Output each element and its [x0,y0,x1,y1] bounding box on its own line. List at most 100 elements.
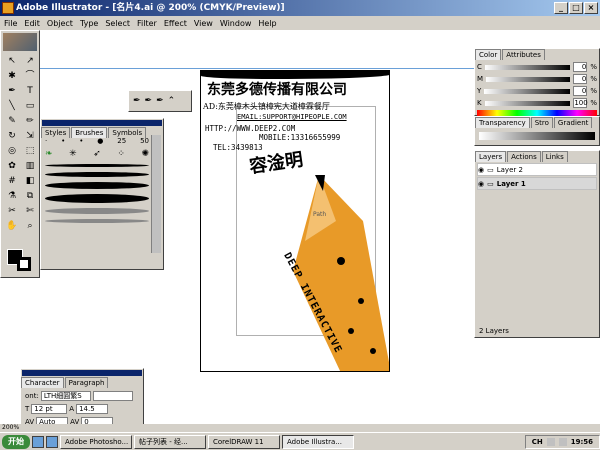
type-tool-icon[interactable]: T [23,85,37,97]
menu-filter[interactable]: Filter [137,19,157,28]
task-browser[interactable]: 帖子列表 - 经... [134,434,206,449]
selection-tool-icon[interactable]: ↖ [5,55,19,67]
menu-window[interactable]: Window [220,19,252,28]
business-card-artboard[interactable]: 东莞多德传播有限公司 AD:东莞樟木头镇樟宪大道樟霖餐厅 EMAIL:SUPPO… [200,70,390,372]
zoom-level[interactable]: 200% [2,424,19,431]
scatter-brush-icon[interactable]: ⁘ [117,149,125,159]
brush-stroke-sample[interactable] [45,194,149,203]
scissors-tool-icon[interactable]: ✄ [23,205,37,217]
gradient-tool-icon[interactable]: ◧ [23,175,37,187]
menu-view[interactable]: View [194,19,213,28]
tab-color[interactable]: Color [475,49,502,60]
tab-paragraph[interactable]: Paragraph [64,377,109,388]
magenta-slider[interactable] [486,76,571,82]
yellow-slider[interactable] [484,88,571,94]
pen-tool-icon[interactable]: ✒ [133,96,141,106]
start-button[interactable]: 开始 [2,434,30,449]
slice-tool-icon[interactable]: ✂ [5,205,19,217]
brush-dot[interactable]: • [61,137,65,145]
splat-brush-icon[interactable]: ✺ [141,149,149,159]
delete-anchor-icon[interactable]: ✒ [156,96,164,106]
black-value[interactable]: 100 [573,98,588,108]
gradient-slider[interactable] [479,132,595,140]
layer-name[interactable]: Layer 2 [497,166,523,174]
clock[interactable]: 19:56 [571,438,593,446]
brush-stroke-sample[interactable] [45,164,149,167]
task-illustrator[interactable]: Adobe Illustra... [282,434,354,449]
tab-layers[interactable]: Layers [475,151,507,162]
maximize-button[interactable]: □ [569,2,583,14]
brush-stroke-sample[interactable] [45,219,149,223]
task-photoshop[interactable]: Adobe Photosho... [60,434,132,449]
symbol-sprayer-tool-icon[interactable]: ✿ [5,160,19,172]
menu-type[interactable]: Type [80,19,98,28]
brush-stroke-sample[interactable] [45,172,149,177]
menu-object[interactable]: Object [47,19,73,28]
hand-tool-icon[interactable]: ✋ [5,220,19,232]
task-coreldraw[interactable]: CorelDRAW 11 [208,434,280,449]
line-tool-icon[interactable]: ╲ [5,100,19,112]
cyan-slider[interactable] [484,64,571,70]
paintbrush-tool-icon[interactable]: ✎ [5,115,19,127]
tab-stroke[interactable]: Stro [530,117,553,128]
font-size-field[interactable]: 12 pt [31,404,68,414]
eyedropper-tool-icon[interactable]: ⚗ [5,190,19,202]
layer-row[interactable]: ◉ ▭ Layer 2 [477,163,597,176]
direct-selection-tool-icon[interactable]: ↗ [23,55,37,67]
quick-launch-icon[interactable] [32,435,44,448]
add-anchor-icon[interactable]: ✒ [145,96,153,106]
eye-icon[interactable]: ◉ [478,166,484,174]
layer-name[interactable]: Layer 1 [497,180,526,188]
menu-edit[interactable]: Edit [24,19,40,28]
black-slider[interactable] [484,100,571,106]
tab-attributes[interactable]: Attributes [502,49,545,60]
warp-tool-icon[interactable]: ◎ [5,145,19,157]
network-icon[interactable] [558,437,567,446]
rotate-tool-icon[interactable]: ↻ [5,130,19,142]
blend-tool-icon[interactable]: ⧉ [23,190,37,202]
quick-launch-icon[interactable] [46,435,58,448]
cyan-value[interactable]: 0 [573,62,588,72]
tab-character[interactable]: Character [21,377,64,388]
minimize-button[interactable]: _ [554,2,568,14]
close-button[interactable]: × [584,2,598,14]
tab-transparency[interactable]: Transparency [475,117,530,128]
menu-file[interactable]: File [4,19,17,28]
font-style-field[interactable] [92,391,133,401]
brushes-scrollbar[interactable] [151,135,161,253]
magenta-value[interactable]: 0 [573,74,588,84]
adobe-logo-icon[interactable] [3,33,37,51]
brush-dot[interactable]: · [45,137,47,145]
menu-help[interactable]: Help [258,19,276,28]
brush-size-50[interactable]: 50 [140,137,149,145]
leading-field[interactable]: 14.5 [76,404,109,414]
menu-select[interactable]: Select [105,19,130,28]
zoom-tool-icon[interactable]: ⌕ [23,220,37,232]
mesh-tool-icon[interactable]: # [5,175,19,187]
font-family-field[interactable]: LTH細圓繁S [40,391,91,401]
eye-icon[interactable]: ◉ [478,180,484,188]
ime-indicator[interactable]: CH [532,438,543,446]
pencil-tool-icon[interactable]: ✏ [23,115,37,127]
tab-links[interactable]: Links [541,151,568,162]
yellow-value[interactable]: 0 [573,86,588,96]
scale-tool-icon[interactable]: ⇲ [23,130,37,142]
brush-dot[interactable]: • [79,137,83,145]
volume-icon[interactable] [546,437,555,446]
pen-tool-icon[interactable]: ✒ [5,85,19,97]
tab-actions[interactable]: Actions [507,151,541,162]
lasso-tool-icon[interactable]: ⌒ [23,70,37,82]
rectangle-tool-icon[interactable]: ▭ [23,100,37,112]
stroke-color-swatch[interactable] [17,257,31,271]
menu-effect[interactable]: Effect [164,19,187,28]
brush-size-25[interactable]: 25 [117,137,126,145]
layer-row[interactable]: ◉ ▭ Layer 1 [477,177,597,190]
brush-stroke-sample[interactable] [45,208,149,214]
arrow-brush-icon[interactable]: ➶ [93,149,101,159]
leaf-brush-icon[interactable]: ❧ [45,149,53,159]
tab-gradient[interactable]: Gradient [553,117,593,128]
brush-stroke-sample[interactable] [45,182,149,189]
convert-anchor-icon[interactable]: ⌃ [168,96,176,106]
brush-dot[interactable]: ● [97,137,103,145]
free-transform-tool-icon[interactable]: ⬚ [23,145,37,157]
